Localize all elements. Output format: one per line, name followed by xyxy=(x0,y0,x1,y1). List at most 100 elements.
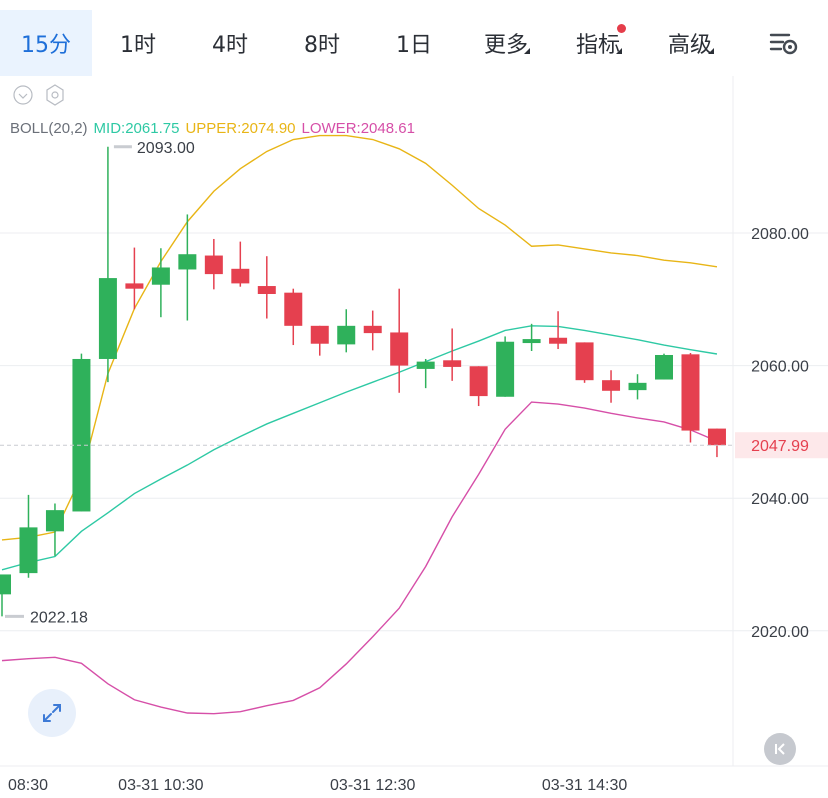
boll-name: BOLL(20,2) xyxy=(10,120,88,137)
settings-icon xyxy=(769,33,798,55)
candle xyxy=(469,366,488,407)
candle-body xyxy=(284,292,303,326)
indicator-settings-icon xyxy=(46,84,64,106)
tab-4[interactable]: 1日 xyxy=(368,10,460,76)
candle-body xyxy=(125,283,144,289)
tab-2[interactable]: 4时 xyxy=(184,10,276,76)
candle xyxy=(231,241,250,287)
candle xyxy=(125,247,144,310)
fullscreen-button[interactable] xyxy=(28,689,76,737)
candle-body xyxy=(681,354,700,431)
candle xyxy=(45,503,64,556)
candle-body xyxy=(98,278,117,359)
candle-body xyxy=(0,574,11,595)
candle xyxy=(549,311,568,350)
candle-body xyxy=(337,325,356,345)
candle xyxy=(0,574,11,617)
candle xyxy=(19,494,38,578)
boll-legend: BOLL(20,2) MID:2061.75 UPPER:2074.90 LOWER:… xyxy=(10,120,415,137)
chevron-icon xyxy=(18,93,28,99)
current-price-label: 2047.99 xyxy=(751,438,809,455)
boll-upper-value: UPPER:2074.90 xyxy=(185,120,295,137)
candle-body xyxy=(390,332,409,366)
chart-settings-button[interactable] xyxy=(768,30,800,58)
tab-label: 更多 xyxy=(483,33,528,58)
tab-label: 4时 xyxy=(212,33,248,58)
tab-7[interactable]: 高级 xyxy=(644,10,736,76)
tab-label: 8时 xyxy=(304,33,340,58)
candle xyxy=(204,238,223,290)
tab-1[interactable]: 1时 xyxy=(92,10,184,76)
candle-body xyxy=(178,254,197,270)
candle xyxy=(257,256,276,319)
dropdown-caret-icon xyxy=(616,48,622,54)
dropdown-caret-icon xyxy=(524,48,530,54)
candle-body xyxy=(628,382,647,391)
candle-body xyxy=(655,354,673,380)
tab-3[interactable]: 8时 xyxy=(276,10,368,76)
candle-body xyxy=(363,325,382,334)
candle-body xyxy=(72,358,91,512)
candle xyxy=(443,328,462,381)
notification-dot xyxy=(617,24,626,33)
candle-body xyxy=(257,286,276,294)
low-price-label: 2022.18 xyxy=(30,609,88,626)
candle-body xyxy=(443,360,462,367)
x-tick-label: 03-31 10:30 xyxy=(118,777,204,794)
candle xyxy=(284,288,303,346)
candle xyxy=(363,310,382,351)
indicator-controls xyxy=(13,84,64,106)
candle xyxy=(98,146,117,383)
x-tick-label: 08:30 xyxy=(8,777,48,794)
candle xyxy=(416,358,435,389)
candle xyxy=(655,353,673,380)
candle-body xyxy=(310,325,329,344)
gear-center xyxy=(51,91,59,99)
candle xyxy=(310,325,329,356)
boll-lower-line xyxy=(1,401,718,715)
candle-body xyxy=(707,428,726,446)
tab-label: 1日 xyxy=(396,33,432,58)
boll-mid-value: MID:2061.75 xyxy=(94,120,180,137)
y-tick-label: 2060.00 xyxy=(751,359,809,376)
boll-lower-value: LOWER:2048.61 xyxy=(302,120,415,137)
timeframe-tabs: 15分 1时 4时 8时 1日 更多 指标 高级 xyxy=(0,10,828,76)
candle-body xyxy=(522,339,541,344)
candle-body xyxy=(602,380,621,391)
candle-body xyxy=(575,342,594,381)
candle xyxy=(681,353,700,443)
candlestick-chart[interactable]: 2080.00 2060.00 2040.00 2020.00 08:30 03-31 1… xyxy=(0,76,828,798)
candle-body xyxy=(231,268,250,284)
candle xyxy=(390,288,409,393)
candle-body xyxy=(45,510,64,532)
x-tick-label: 03-31 14:30 xyxy=(542,777,628,794)
tab-label: 高级 xyxy=(667,33,712,58)
candle xyxy=(707,428,726,458)
tab-5[interactable]: 更多 xyxy=(460,10,552,76)
tab-label: 15分 xyxy=(21,33,71,58)
candle-body xyxy=(416,361,435,369)
high-price-label: 2093.00 xyxy=(137,140,195,157)
candle xyxy=(496,336,515,397)
expand-icon xyxy=(43,704,61,722)
candle xyxy=(602,370,621,403)
x-tick-label: 03-31 12:30 xyxy=(330,777,416,794)
y-tick-label: 2080.00 xyxy=(751,226,809,243)
tab-6[interactable]: 指标 xyxy=(552,10,644,76)
candle xyxy=(575,342,594,383)
dropdown-caret-icon xyxy=(708,48,714,54)
y-tick-label: 2020.00 xyxy=(751,624,809,641)
y-tick-label: 2040.00 xyxy=(751,491,809,508)
candle xyxy=(72,353,91,512)
tab-label: 指标 xyxy=(575,33,620,58)
candle xyxy=(522,323,541,352)
candle-body xyxy=(19,527,38,574)
tab-label: 1时 xyxy=(120,33,156,58)
tab-0[interactable]: 15分 xyxy=(0,10,92,76)
candle xyxy=(337,309,356,353)
candle-body xyxy=(204,255,223,275)
candle-body xyxy=(549,337,568,344)
collapse-left-button[interactable] xyxy=(764,733,796,765)
candle xyxy=(151,248,170,318)
eye-toggle-icon xyxy=(13,85,33,105)
